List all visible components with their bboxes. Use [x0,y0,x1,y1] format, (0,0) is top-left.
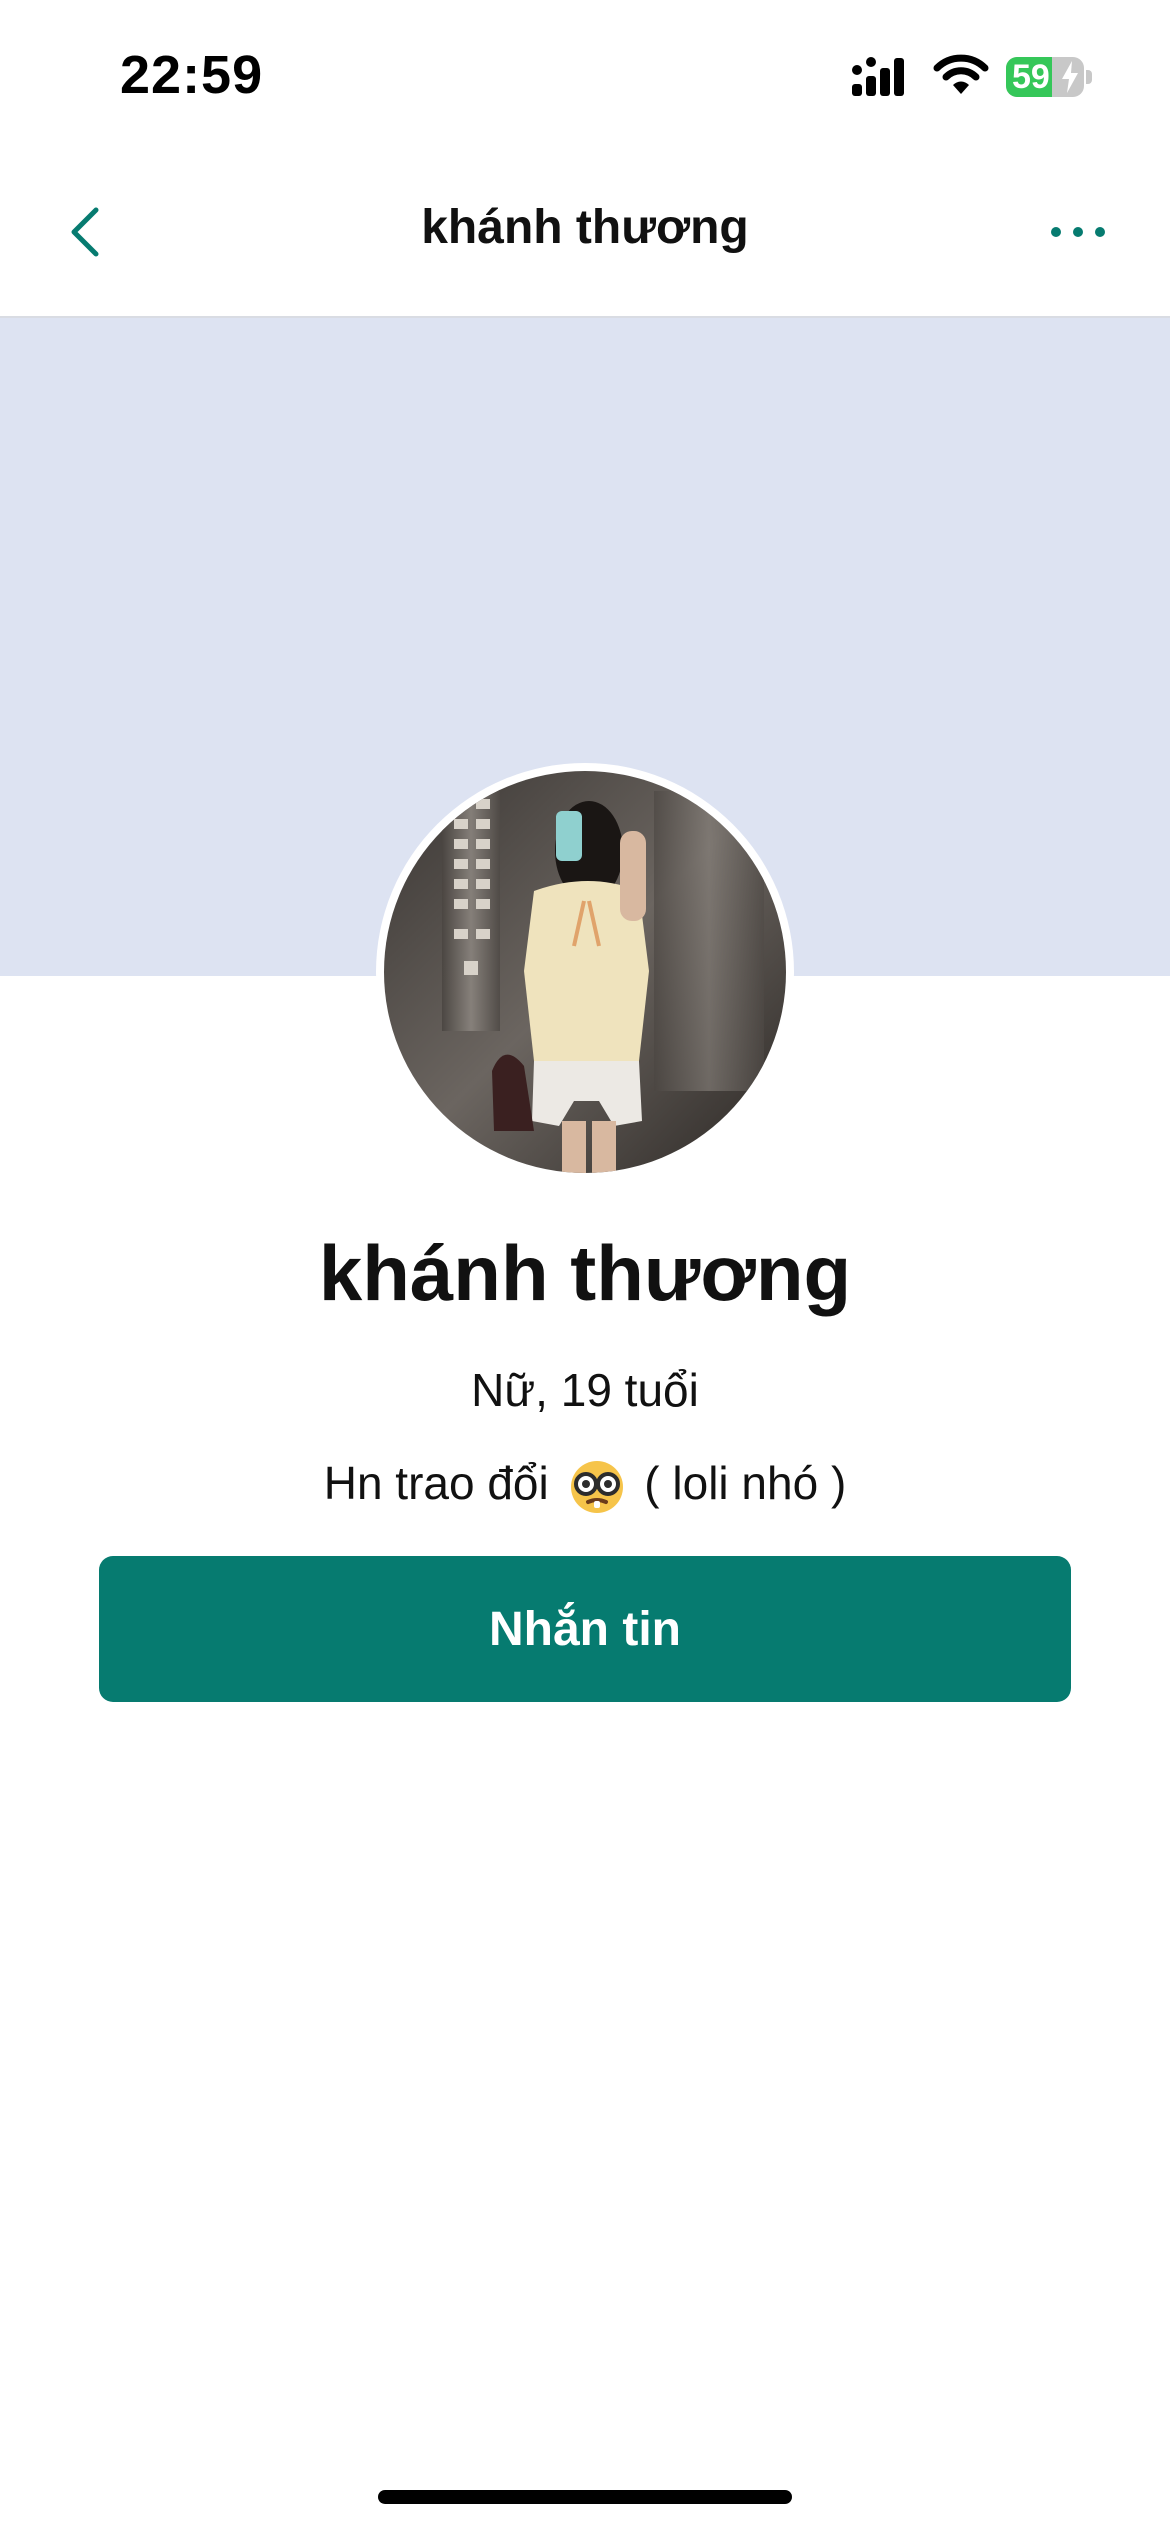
bio-text-start: Hn trao đổi [323,1457,549,1509]
more-button[interactable] [1048,212,1108,252]
page-title: khánh thương [421,201,749,254]
signal-icon [852,57,904,96]
wifi-icon [933,54,989,94]
battery-cap [1086,70,1092,84]
status-time: 22:59 [120,45,264,105]
message-button[interactable]: Nhắn tin [99,1556,1071,1702]
nerd-face-emoji-icon [570,1460,623,1513]
status-bar: 22:59 59 [0,0,1170,150]
profile-photo [384,771,786,1173]
profile-bio: Hn trao đổi ( loli nhó ) [0,1456,1170,1516]
profile-gender-age: Nữ, 19 tuổi [471,1364,699,1416]
home-indicator[interactable] [378,2490,792,2504]
battery-body: 59 [1006,57,1084,97]
battery-icon: 59 [1006,57,1092,97]
avatar-photo [384,771,786,1173]
nav-header: khánh thương [0,150,1170,318]
battery-charging-icon [1062,61,1078,93]
more-horizontal-icon [1051,227,1105,237]
bio-text-end: ( loli nhó ) [644,1457,847,1509]
profile-name: khánh thương [318,1229,852,1317]
avatar[interactable] [376,763,794,1181]
battery-level-text: 59 [1012,58,1050,96]
